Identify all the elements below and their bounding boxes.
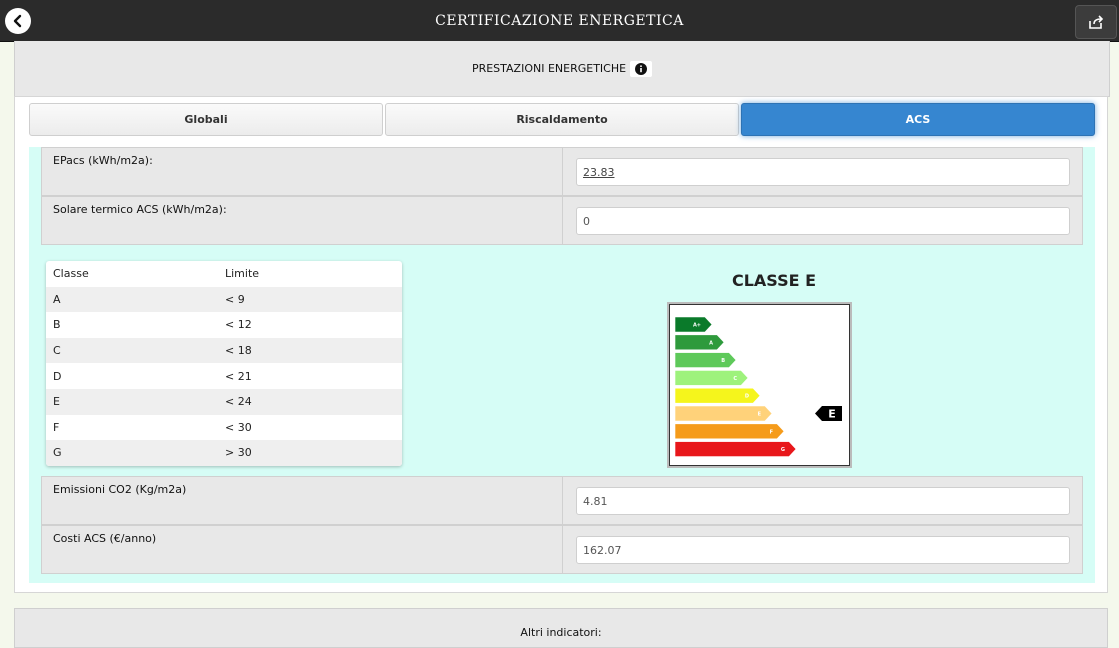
energy-bar-a: A xyxy=(674,334,725,351)
acs-panel: EPacs (kWh/m2a): 23.83 Solare termico AC… xyxy=(29,147,1095,583)
energy-bar-label: C xyxy=(733,376,737,382)
header-limite: Limite xyxy=(225,267,260,281)
limit-cell: < 18 xyxy=(225,344,252,358)
limit-cell: < 12 xyxy=(225,318,252,332)
energy-class-chart: A+ A B C D E E F G xyxy=(669,304,850,466)
epacs-field[interactable]: 23.83 xyxy=(576,158,1070,186)
table-header: Classe Limite xyxy=(46,261,402,287)
table-row: E < 24 xyxy=(46,388,402,415)
tab-bar: Globali Riscaldamento ACS xyxy=(29,103,1095,136)
energy-label-graphic: A+ A B C D E E F G xyxy=(674,316,842,457)
energy-bar-label: G xyxy=(781,447,785,453)
current-class-marker: E xyxy=(815,406,842,421)
class-cell: B xyxy=(53,318,61,332)
tab-riscaldamento[interactable]: Riscaldamento xyxy=(385,103,739,136)
info-icon[interactable] xyxy=(630,60,653,77)
energy-bar-d: D xyxy=(674,387,761,404)
class-cell: C xyxy=(53,344,61,358)
energy-bar-label: F xyxy=(770,429,773,435)
table-row: C < 18 xyxy=(46,337,402,364)
limit-cell: > 30 xyxy=(225,446,252,460)
energy-bar-c: C xyxy=(674,370,749,386)
chevron-left-icon xyxy=(13,14,22,28)
section-header: PRESTAZIONI ENERGETICHE xyxy=(14,41,1110,97)
energy-bar-label: E xyxy=(758,412,762,418)
class-cell: G xyxy=(53,446,62,460)
energy-class-title: CLASSE E xyxy=(731,271,817,290)
costi-field[interactable]: 162.07 xyxy=(576,536,1070,564)
table-row: D < 21 xyxy=(46,363,402,389)
top-bar: CERTIFICAZIONE ENERGETICA xyxy=(0,0,1119,42)
table-row: A < 9 xyxy=(46,286,402,313)
table-row: F < 30 xyxy=(46,415,402,441)
current-class-label: E xyxy=(828,408,836,421)
solare-field[interactable]: 0 xyxy=(576,207,1070,235)
energy-bar-g: G xyxy=(674,441,797,457)
header-classe: Classe xyxy=(53,267,89,281)
back-button[interactable] xyxy=(5,8,31,34)
tab-globali[interactable]: Globali xyxy=(29,103,383,136)
solare-row: Solare termico ACS (kWh/m2a): 0 xyxy=(41,196,1083,245)
share-icon xyxy=(1089,15,1104,29)
class-cell: E xyxy=(53,395,60,409)
energy-bar-f: F xyxy=(674,423,785,440)
emissioni-label: Emissioni CO2 (Kg/m2a) xyxy=(53,483,187,496)
section-title: PRESTAZIONI ENERGETICHE xyxy=(471,62,627,75)
emissioni-field[interactable]: 4.81 xyxy=(576,487,1070,515)
energy-bar-label: D xyxy=(745,394,749,400)
limit-cell: < 24 xyxy=(225,395,252,409)
row-divider xyxy=(562,197,563,244)
energy-bar-aplus: A+ xyxy=(674,316,713,333)
class-cell: A xyxy=(53,292,61,306)
limit-cell: < 9 xyxy=(225,292,245,306)
share-button[interactable] xyxy=(1075,5,1117,39)
table-row: B < 12 xyxy=(46,312,402,338)
table-row: G > 30 xyxy=(46,440,402,466)
costi-row: Costi ACS (€/anno) 162.07 xyxy=(41,525,1083,574)
limit-cell: < 21 xyxy=(225,369,252,383)
class-cell: F xyxy=(53,420,60,434)
emissioni-row: Emissioni CO2 (Kg/m2a) 4.81 xyxy=(41,476,1083,525)
row-divider xyxy=(562,526,563,573)
energy-bar-label: A+ xyxy=(693,323,701,329)
solare-label: Solare termico ACS (kWh/m2a): xyxy=(53,203,227,216)
epacs-label: EPacs (kWh/m2a): xyxy=(53,154,153,167)
energy-bar-b: B xyxy=(674,352,737,368)
limit-cell: < 30 xyxy=(225,420,252,434)
row-divider xyxy=(562,148,563,195)
tab-acs[interactable]: ACS xyxy=(741,103,1095,136)
main-panel: Globali Riscaldamento ACS EPacs (kWh/m2a… xyxy=(14,96,1108,593)
class-cell: D xyxy=(53,369,62,383)
energy-bar-e: E xyxy=(674,405,773,422)
altri-indicatori-title: Altri indicatori: xyxy=(520,626,602,639)
page-title: CERTIFICAZIONE ENERGETICA xyxy=(435,12,684,29)
energy-bar-label: B xyxy=(721,358,725,364)
costi-label: Costi ACS (€/anno) xyxy=(53,532,157,545)
epacs-row: EPacs (kWh/m2a): 23.83 xyxy=(41,147,1083,196)
altri-indicatori-section: Altri indicatori: xyxy=(14,608,1108,648)
row-divider xyxy=(562,477,563,524)
energy-bar-label: A xyxy=(709,340,713,346)
class-table: Classe Limite A < 9 B < 12 C < 18 D < 21… xyxy=(46,261,402,466)
